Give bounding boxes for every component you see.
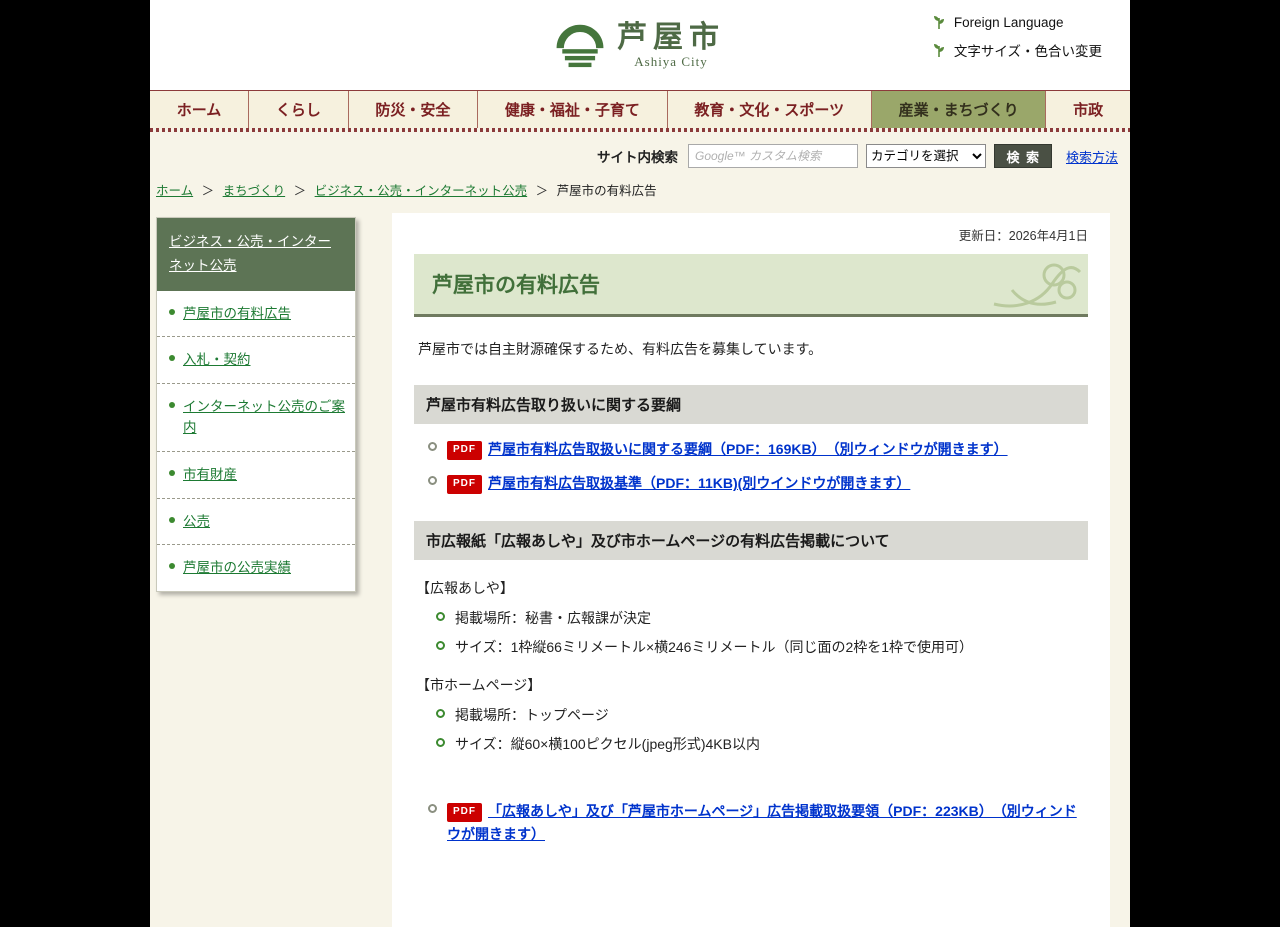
nav-item-shisei[interactable]: 市政	[1045, 91, 1130, 128]
bullet-icon	[169, 470, 175, 476]
subsection-homepage-title: 【市ホームページ】	[416, 675, 1088, 695]
site-search-label: サイト内検索	[597, 146, 678, 166]
sidebar-item-koubai-jisseki[interactable]: 芦屋市の公売実績	[157, 545, 355, 591]
section1-pdf-list: PDF芦屋市有料広告取扱いに関する要綱（PDF：169KB） （別ウィンドウが開…	[428, 438, 1088, 495]
flourish-icon	[990, 260, 1082, 314]
category-select[interactable]: カテゴリを選択	[866, 144, 986, 168]
site-header: 芦屋市 Ashiya City Foreign Language	[150, 0, 1130, 90]
breadcrumb-separator: ＞	[202, 184, 215, 198]
site-logo[interactable]: 芦屋市 Ashiya City	[555, 20, 725, 70]
list-item: サイズ：1枠縦66ミリメートル×横246ミリメートル（同じ面の2枠を1枠で使用可…	[436, 637, 1088, 657]
sidebar-item-yuukoukoku[interactable]: 芦屋市の有料広告	[157, 291, 355, 338]
breadcrumb: ホーム ＞ まちづくり ＞ ビジネス・公売・インターネット公売 ＞ 芦屋市の有料…	[150, 176, 1130, 209]
sprout-icon	[931, 42, 947, 58]
sidebar-item-nyuusatsu[interactable]: 入札・契約	[157, 337, 355, 384]
sidebar-item-internet-kobai[interactable]: インターネット公売のご案内	[157, 384, 355, 452]
subsection-kouhou-title: 【広報あしや】	[416, 578, 1088, 598]
bullet-icon	[169, 402, 175, 408]
bullet-icon	[169, 517, 175, 523]
sidebar-item-koubai[interactable]: 公売	[157, 499, 355, 546]
nav-item-kyouiku[interactable]: 教育・文化・スポーツ	[667, 91, 871, 128]
page-title-bar: 芦屋市の有料広告	[414, 254, 1088, 317]
nav-item-home[interactable]: ホーム	[150, 91, 248, 128]
content-area: ビジネス・公売・インターネット公売 芦屋市の有料広告 入札・契約 インターネット…	[150, 209, 1130, 927]
circle-bullet-icon	[436, 641, 445, 650]
search-input[interactable]	[688, 144, 858, 168]
foreign-language-link[interactable]: Foreign Language	[931, 14, 1102, 30]
intro-text: 芦屋市では自主財源確保するため、有料広告を募集しています。	[418, 339, 1084, 359]
site-name: 芦屋市	[617, 21, 725, 54]
pdf-badge: PDF	[447, 803, 482, 823]
pdf-link-kijun[interactable]: PDF芦屋市有料広告取扱基準（PDF：11KB)(別ウインドウが開きます）	[447, 472, 910, 495]
bullet-icon	[169, 355, 175, 361]
section2-pdf-list: PDF「広報あしや」及び「芦屋市ホームページ」広告掲載取扱要領（PDF：223K…	[428, 800, 1088, 846]
section2-heading: 市広報紙「広報あしや」及び市ホームページの有料広告掲載について	[414, 521, 1088, 560]
breadcrumb-business[interactable]: ビジネス・公売・インターネット公売	[315, 184, 528, 198]
breadcrumb-separator: ＞	[536, 184, 549, 198]
text-size-color-label: 文字サイズ・色合い変更	[954, 40, 1102, 60]
breadcrumb-machizukuri[interactable]: まちづくり	[223, 184, 286, 198]
page: 芦屋市 Ashiya City Foreign Language	[150, 0, 1130, 927]
pdf-badge: PDF	[447, 475, 482, 495]
sprout-icon	[931, 14, 947, 30]
sidebar: ビジネス・公売・インターネット公売 芦屋市の有料広告 入札・契約 インターネット…	[156, 217, 356, 592]
circle-bullet-icon	[436, 612, 445, 621]
circle-bullet-icon	[428, 476, 437, 485]
text-size-color-link[interactable]: 文字サイズ・色合い変更	[931, 40, 1102, 60]
pdf-list-item: PDF「広報あしや」及び「芦屋市ホームページ」広告掲載取扱要領（PDF：223K…	[428, 800, 1088, 846]
site-search-bar: サイト内検索 カテゴリを選択 検索 検索方法	[150, 132, 1130, 176]
breadcrumb-current: 芦屋市の有料広告	[557, 184, 657, 198]
bullet-icon	[169, 563, 175, 569]
list-item: 掲載場所：トップページ	[436, 705, 1088, 725]
sidebar-category-link[interactable]: ビジネス・公売・インターネット公売	[169, 234, 331, 273]
list-item: サイズ：縦60×横100ピクセル(jpeg形式)4KB以内	[436, 734, 1088, 754]
circle-bullet-icon	[436, 738, 445, 747]
pdf-badge: PDF	[447, 441, 482, 461]
pdf-link-youkou[interactable]: PDF芦屋市有料広告取扱いに関する要綱（PDF：169KB） （別ウィンドウが開…	[447, 438, 1008, 461]
search-help-link[interactable]: 検索方法	[1066, 147, 1118, 166]
section1-heading: 芦屋市有料広告取り扱いに関する要綱	[414, 385, 1088, 424]
sidebar-header[interactable]: ビジネス・公売・インターネット公売	[157, 218, 355, 291]
city-emblem-icon	[555, 20, 605, 70]
pdf-list-item: PDF芦屋市有料広告取扱基準（PDF：11KB)(別ウインドウが開きます）	[428, 472, 1088, 495]
nav-item-sangyou[interactable]: 産業・まちづくり	[871, 91, 1046, 128]
page-title: 芦屋市の有料広告	[432, 269, 1070, 299]
list-item: 掲載場所：秘書・広報課が決定	[436, 608, 1088, 628]
circle-bullet-icon	[436, 709, 445, 718]
circle-bullet-icon	[428, 442, 437, 451]
updated-date: 更新日：2026年4月1日	[414, 225, 1088, 244]
nav-item-bousai[interactable]: 防災・安全	[348, 91, 478, 128]
search-button[interactable]: 検索	[994, 144, 1052, 168]
pdf-link-keisai-youryou[interactable]: PDF「広報あしや」及び「芦屋市ホームページ」広告掲載取扱要領（PDF：223K…	[447, 800, 1088, 846]
nav-item-kurashi[interactable]: くらし	[248, 91, 348, 128]
site-name-en: Ashiya City	[617, 54, 725, 70]
bullet-icon	[169, 309, 175, 315]
kouhou-detail-list: 掲載場所：秘書・広報課が決定 サイズ：1枠縦66ミリメートル×横246ミリメート…	[436, 608, 1088, 657]
pdf-list-item: PDF芦屋市有料広告取扱いに関する要綱（PDF：169KB） （別ウィンドウが開…	[428, 438, 1088, 461]
header-utilities: Foreign Language 文字サイズ・色合い変更	[931, 14, 1102, 60]
nav-item-kenkou[interactable]: 健康・福祉・子育て	[477, 91, 667, 128]
homepage-detail-list: 掲載場所：トップページ サイズ：縦60×横100ピクセル(jpeg形式)4KB以…	[436, 705, 1088, 754]
global-nav: ホーム くらし 防災・安全 健康・福祉・子育て 教育・文化・スポーツ 産業・まち…	[150, 90, 1130, 128]
sidebar-item-shiyuuzaisan[interactable]: 市有財産	[157, 452, 355, 499]
foreign-language-label: Foreign Language	[954, 15, 1064, 30]
breadcrumb-home[interactable]: ホーム	[156, 184, 193, 198]
breadcrumb-separator: ＞	[294, 184, 307, 198]
main-panel: 更新日：2026年4月1日 芦屋市の有料広告 芦屋市では自主財源確保するため、有…	[392, 213, 1110, 927]
circle-bullet-icon	[428, 804, 437, 813]
